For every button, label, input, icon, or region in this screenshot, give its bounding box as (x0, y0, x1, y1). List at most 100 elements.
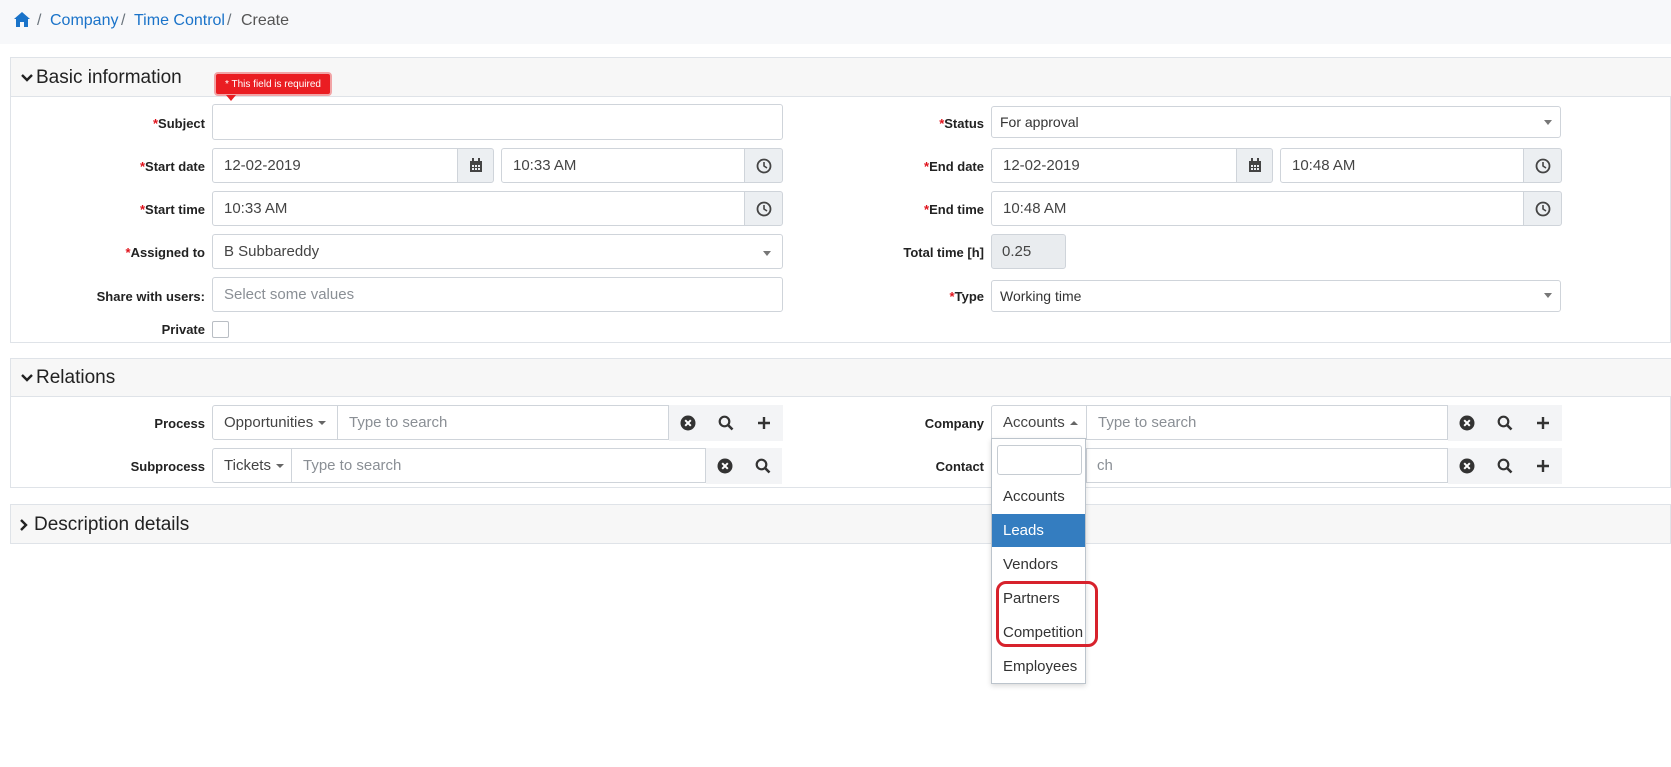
chevron-down-icon (21, 374, 33, 382)
private-label: Private (161, 322, 205, 337)
calendar-button[interactable] (457, 148, 494, 183)
start-time-label: *Start time (139, 202, 205, 217)
assigned-to-select[interactable]: B Subbareddy (212, 234, 783, 269)
start-time-input[interactable]: 10:33 AM (212, 191, 745, 226)
search-icon (1497, 415, 1513, 431)
end-date-input[interactable]: 12-02-2019 (991, 148, 1237, 183)
subprocess-search-input[interactable]: Type to search (291, 448, 706, 483)
section-title: Basic information (36, 67, 182, 88)
home-icon[interactable] (13, 11, 31, 28)
search-button[interactable] (1486, 405, 1524, 441)
breadcrumb: / Company / Time Control / Create (0, 0, 1671, 44)
times-circle-icon (717, 458, 733, 474)
section-title: Relations (36, 367, 116, 388)
subject-label: *Subject (152, 116, 205, 131)
chevron-down-icon (1544, 293, 1552, 298)
description-details-header[interactable]: Description details (10, 504, 1671, 544)
start-date-time-input[interactable]: 10:33 AM (501, 148, 745, 183)
caret-down-icon (275, 463, 284, 468)
clear-button[interactable] (706, 448, 744, 484)
company-search-input[interactable]: Type to search (1086, 405, 1448, 440)
assigned-to-label: *Assigned to (125, 245, 205, 260)
total-time-label: Total time [h] (903, 245, 984, 260)
search-button[interactable] (744, 448, 782, 484)
share-with-users-label: Share with users: (96, 289, 205, 304)
company-label: Company (924, 416, 984, 431)
search-icon (755, 458, 771, 474)
company-module-dropdown[interactable]: Accounts (991, 405, 1087, 440)
process-label: Process (154, 416, 205, 431)
search-button[interactable] (707, 405, 745, 441)
status-label: *Status (939, 116, 984, 131)
plus-icon (1537, 417, 1549, 429)
add-button[interactable] (1524, 405, 1562, 441)
contact-search-input[interactable]: ch (1086, 448, 1448, 483)
times-circle-icon (1459, 415, 1475, 431)
process-search-input[interactable]: Type to search (337, 405, 669, 440)
dropdown-item-accounts[interactable]: Accounts (992, 480, 1085, 513)
search-button[interactable] (1486, 448, 1524, 484)
plus-icon (1537, 460, 1549, 472)
module-dropdown-menu: Accounts Leads Vendors Partners Competit… (991, 438, 1086, 684)
clock-icon (756, 158, 771, 173)
breadcrumb-time-control[interactable]: Time Control (134, 12, 225, 30)
breadcrumb-company[interactable]: Company (50, 12, 118, 30)
status-select[interactable]: For approval (991, 106, 1561, 138)
clock-button[interactable] (1523, 191, 1562, 226)
plus-icon (758, 417, 770, 429)
total-time-field: 0.25 (991, 234, 1066, 269)
clock-button[interactable] (744, 191, 783, 226)
calendar-icon (1248, 158, 1261, 172)
clock-icon (1535, 158, 1550, 173)
times-circle-icon (680, 415, 696, 431)
end-time-label: *End time (924, 202, 984, 217)
type-select[interactable]: Working time (991, 280, 1561, 312)
clear-button[interactable] (1448, 448, 1486, 484)
subprocess-module-dropdown[interactable]: Tickets (212, 448, 292, 483)
clock-icon (756, 201, 771, 216)
process-module-dropdown[interactable]: Opportunities (212, 405, 338, 440)
clock-button[interactable] (744, 148, 783, 183)
calendar-icon (469, 158, 482, 172)
dropdown-item-leads[interactable]: Leads (992, 514, 1085, 547)
search-icon (718, 415, 734, 431)
subprocess-label: Subprocess (130, 459, 205, 474)
dropdown-search-input[interactable] (997, 445, 1082, 475)
dropdown-item-employees[interactable]: Employees (992, 650, 1085, 683)
contact-label: Contact (935, 459, 984, 474)
times-circle-icon (1459, 458, 1475, 474)
start-date-input[interactable]: 12-02-2019 (212, 148, 458, 183)
chevron-down-icon (763, 251, 771, 256)
clock-button[interactable] (1523, 148, 1562, 183)
add-button[interactable] (1524, 448, 1562, 484)
type-label: *Type (949, 289, 984, 304)
end-time-input[interactable]: 10:48 AM (991, 191, 1524, 226)
clear-button[interactable] (1448, 405, 1486, 441)
chevron-down-icon (21, 74, 33, 82)
end-date-label: *End date (924, 159, 984, 174)
caret-down-icon (318, 420, 327, 425)
private-checkbox[interactable] (212, 321, 229, 338)
dropdown-item-vendors[interactable]: Vendors (992, 548, 1085, 581)
add-button[interactable] (745, 405, 783, 441)
start-date-label: *Start date (139, 159, 205, 174)
breadcrumb-create: Create (241, 12, 290, 29)
section-title: Description details (34, 514, 190, 535)
clock-icon (1535, 201, 1550, 216)
breadcrumb-separator: / (121, 12, 126, 29)
tooltip-tail (226, 95, 236, 101)
breadcrumb-separator: / (227, 12, 232, 29)
breadcrumb-separator: / (37, 12, 42, 29)
annotation-highlight (996, 581, 1098, 647)
chevron-right-icon (20, 519, 28, 531)
clear-button[interactable] (669, 405, 707, 441)
relations-header[interactable]: Relations (11, 359, 1671, 397)
caret-up-icon (1069, 420, 1078, 425)
end-date-time-input[interactable]: 10:48 AM (1280, 148, 1524, 183)
search-icon (1497, 458, 1513, 474)
share-with-users-input[interactable]: Select some values (212, 277, 783, 312)
chevron-down-icon (1544, 120, 1552, 125)
subject-input[interactable] (212, 104, 783, 140)
required-tooltip: * This field is required (214, 72, 332, 96)
calendar-button[interactable] (1236, 148, 1273, 183)
